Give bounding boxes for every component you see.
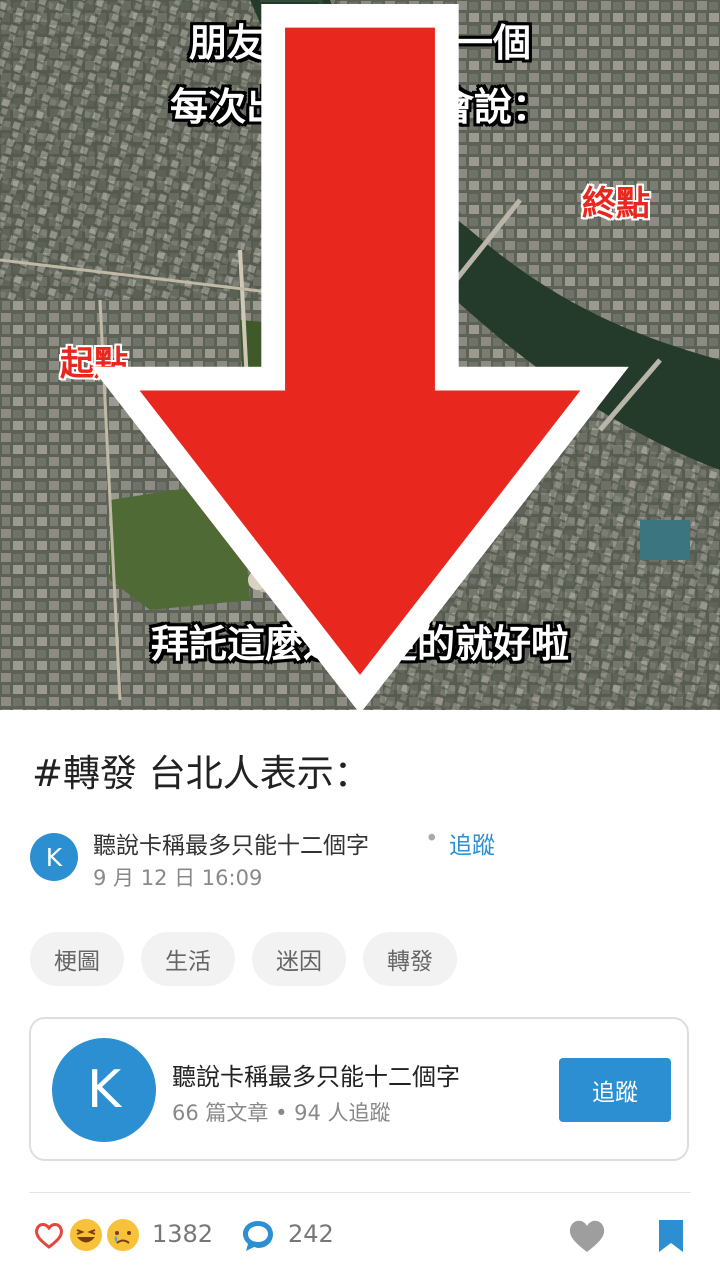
- tag-chip[interactable]: 梗圖: [30, 932, 124, 986]
- author-card-avatar[interactable]: K: [52, 1038, 156, 1142]
- meme-image[interactable]: 朋友群裡面總有一個 每次出去玩時都會說： 拜託這麼近用走的就好啦 起點 終點: [0, 0, 720, 710]
- comment-count: 242: [288, 1220, 334, 1248]
- post-date: 9 月 12 日 16:09: [93, 866, 263, 890]
- author-card-name[interactable]: 聽說卡稱最多只能十二個字: [172, 1057, 460, 1092]
- separator-dot: •: [425, 826, 439, 852]
- author-card-stats: 66 篇文章 • 94 人追蹤: [172, 1101, 391, 1125]
- author-avatar[interactable]: K: [30, 833, 78, 881]
- divider: [29, 1192, 691, 1193]
- heart-icon: [31, 1217, 67, 1253]
- author-card: K 聽說卡稱最多只能十二個字 66 篇文章 • 94 人追蹤 追蹤: [29, 1017, 689, 1161]
- sad-icon: [105, 1217, 141, 1253]
- post-title: #轉發 台北人表示：: [32, 752, 371, 795]
- bookmark-icon[interactable]: [656, 1218, 686, 1254]
- follow-link[interactable]: 追蹤: [449, 826, 495, 860]
- author-name[interactable]: 聽說卡稱最多只能十二個字: [93, 826, 369, 860]
- haha-icon: [68, 1217, 104, 1253]
- comment-icon[interactable]: [240, 1218, 276, 1254]
- follow-button[interactable]: 追蹤: [559, 1058, 671, 1122]
- tag-chip[interactable]: 生活: [141, 932, 235, 986]
- end-arrow-icon: [91, 3, 629, 710]
- like-heart-icon[interactable]: [568, 1219, 606, 1253]
- tag-chip[interactable]: 轉發: [363, 932, 457, 986]
- tag-chip[interactable]: 迷因: [252, 932, 346, 986]
- reaction-count: 1382: [152, 1220, 214, 1248]
